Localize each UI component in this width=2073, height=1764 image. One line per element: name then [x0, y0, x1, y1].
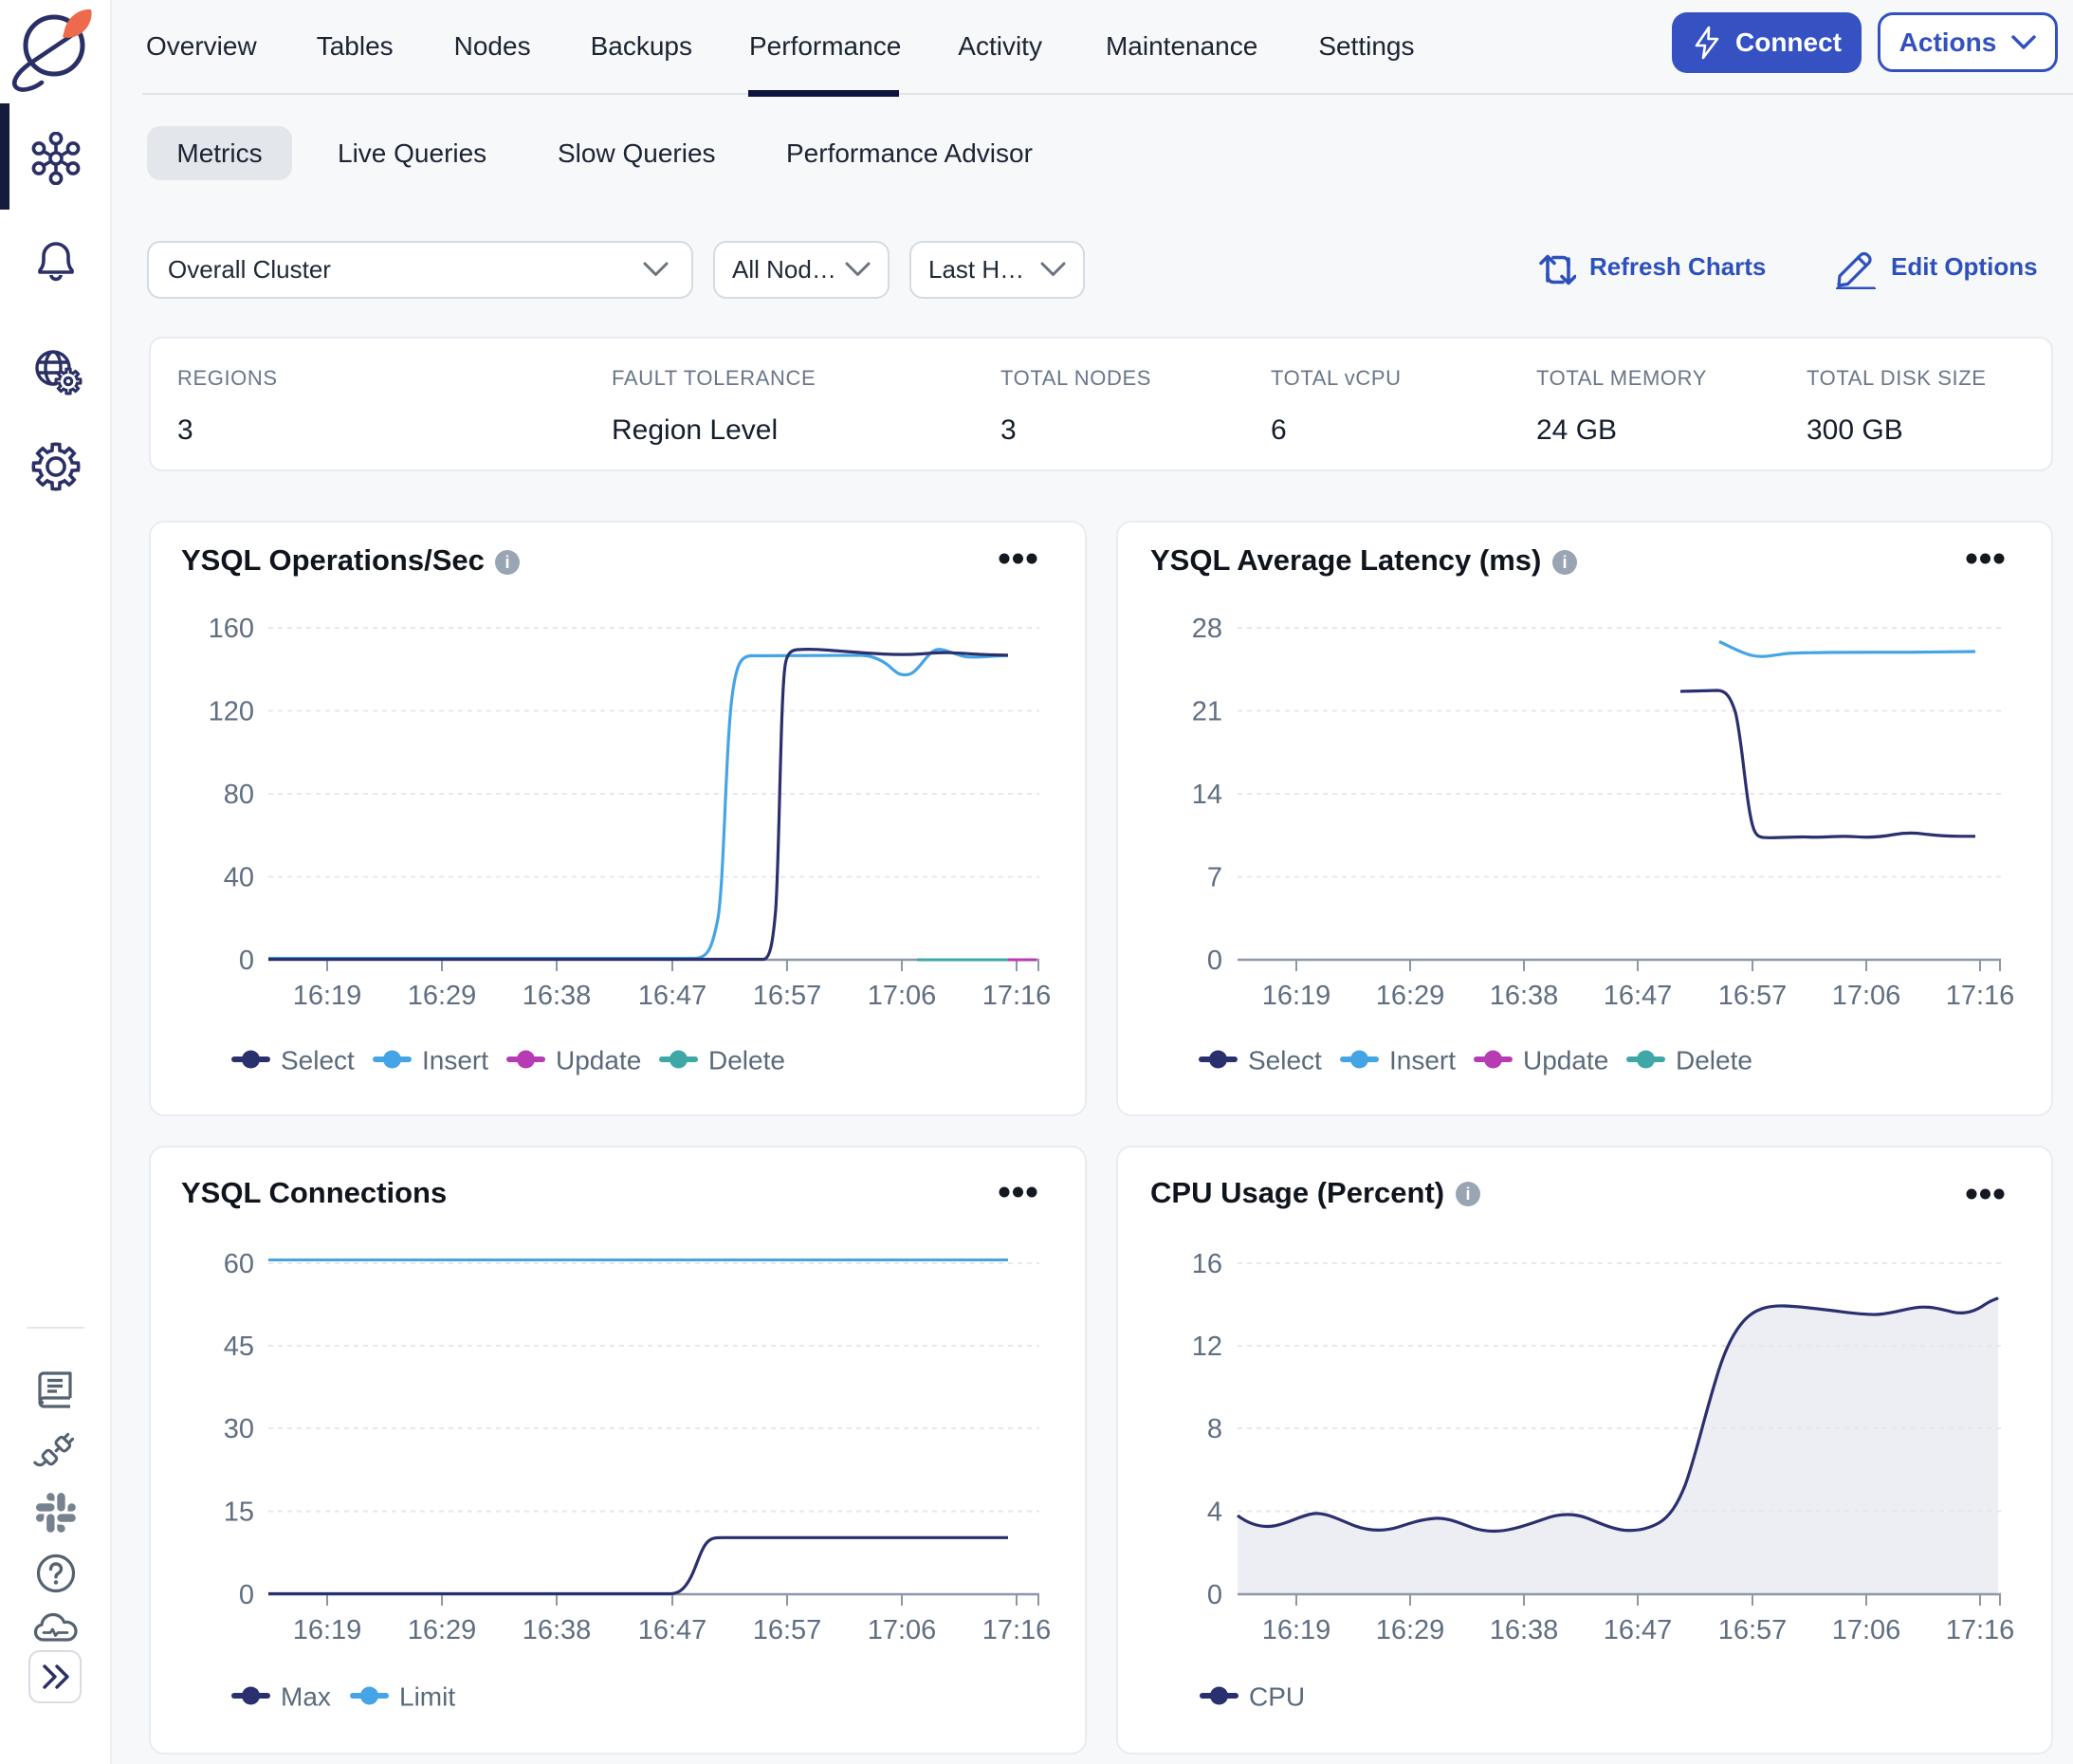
- svg-text:16:47: 16:47: [638, 981, 707, 1011]
- svg-text:8: 8: [1207, 1414, 1222, 1444]
- svg-text:160: 160: [209, 614, 254, 644]
- svg-text:28: 28: [1192, 614, 1222, 644]
- svg-text:16:29: 16:29: [408, 981, 477, 1011]
- svg-text:CPU: CPU: [1249, 1682, 1305, 1712]
- svg-text:17:16: 17:16: [982, 981, 1052, 1011]
- svg-text:16:19: 16:19: [293, 1615, 362, 1645]
- svg-text:16:38: 16:38: [523, 1615, 592, 1645]
- svg-text:0: 0: [239, 1580, 254, 1610]
- svg-text:Limit: Limit: [399, 1682, 455, 1712]
- svg-text:16: 16: [1192, 1249, 1222, 1279]
- svg-text:4: 4: [1207, 1498, 1222, 1528]
- svg-text:16:19: 16:19: [1262, 981, 1331, 1011]
- svg-text:16:38: 16:38: [523, 981, 592, 1011]
- svg-text:0: 0: [1207, 1580, 1222, 1610]
- svg-text:16:29: 16:29: [408, 1615, 477, 1645]
- svg-text:17:06: 17:06: [1832, 981, 1901, 1011]
- svg-text:40: 40: [224, 863, 254, 893]
- svg-text:Update: Update: [1523, 1046, 1608, 1075]
- svg-text:80: 80: [224, 780, 254, 810]
- svg-text:12: 12: [1192, 1332, 1222, 1362]
- svg-text:17:16: 17:16: [1946, 981, 2015, 1011]
- svg-text:45: 45: [224, 1332, 254, 1362]
- svg-text:16:19: 16:19: [1262, 1615, 1331, 1645]
- svg-text:16:29: 16:29: [1376, 1615, 1445, 1645]
- svg-text:16:38: 16:38: [1490, 1615, 1559, 1645]
- svg-text:17:06: 17:06: [1832, 1615, 1901, 1645]
- svg-text:Select: Select: [1248, 1046, 1322, 1075]
- svg-text:16:57: 16:57: [1718, 1615, 1788, 1645]
- svg-text:0: 0: [239, 946, 254, 976]
- svg-text:Update: Update: [556, 1046, 641, 1075]
- svg-text:16:47: 16:47: [1604, 981, 1673, 1011]
- svg-text:17:16: 17:16: [982, 1615, 1052, 1645]
- svg-text:Insert: Insert: [1389, 1046, 1456, 1075]
- svg-text:14: 14: [1192, 780, 1222, 810]
- svg-text:17:16: 17:16: [1946, 1615, 2015, 1645]
- svg-text:0: 0: [1207, 946, 1222, 976]
- svg-text:Delete: Delete: [708, 1046, 785, 1075]
- svg-text:16:57: 16:57: [753, 1615, 822, 1645]
- svg-text:120: 120: [209, 697, 254, 727]
- svg-text:15: 15: [224, 1498, 254, 1528]
- svg-text:Delete: Delete: [1676, 1046, 1752, 1075]
- svg-text:16:19: 16:19: [293, 981, 362, 1011]
- svg-text:16:57: 16:57: [1718, 981, 1788, 1011]
- svg-text:Insert: Insert: [422, 1046, 488, 1075]
- svg-text:17:06: 17:06: [868, 981, 937, 1011]
- svg-text:Select: Select: [281, 1046, 355, 1075]
- svg-text:7: 7: [1207, 863, 1222, 893]
- svg-text:16:57: 16:57: [753, 981, 822, 1011]
- svg-text:17:06: 17:06: [868, 1615, 937, 1645]
- svg-text:16:38: 16:38: [1490, 981, 1559, 1011]
- svg-text:16:29: 16:29: [1376, 981, 1445, 1011]
- svg-text:16:47: 16:47: [638, 1615, 707, 1645]
- svg-text:21: 21: [1192, 697, 1222, 727]
- svg-text:16:47: 16:47: [1604, 1615, 1673, 1645]
- svg-text:Max: Max: [281, 1682, 331, 1712]
- svg-text:30: 30: [224, 1414, 254, 1444]
- svg-text:60: 60: [224, 1249, 254, 1279]
